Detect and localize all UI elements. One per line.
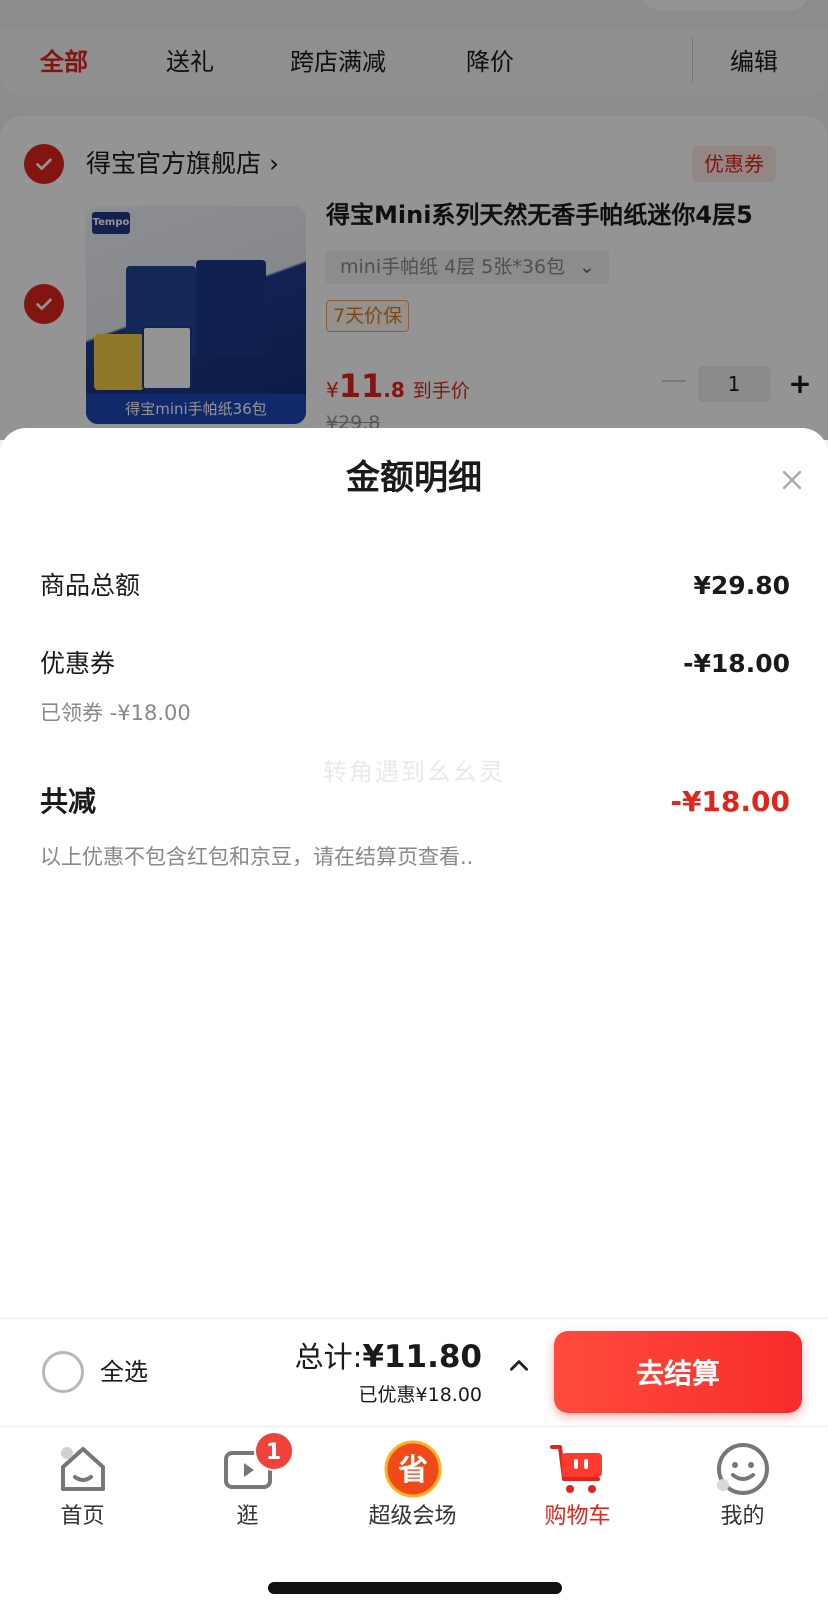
modal-backdrop[interactable] xyxy=(0,0,828,440)
tab-label-cart: 购物车 xyxy=(544,1504,611,1529)
tab-cart[interactable]: 购物车 xyxy=(495,1439,660,1539)
profile-smile-icon xyxy=(713,1439,773,1499)
goods-total-value: ¥29.80 xyxy=(693,571,790,600)
cart-page-background: 全部 送礼 跨店满减 降价 编辑 得宝官方旗舰店 › 优惠券 Tempo 得宝m… xyxy=(0,0,828,440)
coupon-claimed-detail: 已领券 -¥18.00 xyxy=(40,701,191,725)
tab-label-super-venue: 超级会场 xyxy=(368,1504,457,1529)
tab-profile[interactable]: 我的 xyxy=(660,1439,825,1539)
select-all-label[interactable]: 全选 xyxy=(100,1355,148,1389)
total-reduce-label: 共减 xyxy=(40,785,97,818)
discount-footnote: 以上优惠不包含红包和京豆，请在结算页查看.. xyxy=(40,845,474,869)
coupon-value: -¥18.00 xyxy=(683,649,790,678)
close-icon xyxy=(782,470,802,490)
cart-icon xyxy=(548,1439,608,1499)
amount-detail-sheet: 金额明细 商品总额 ¥29.80 优惠券 -¥18.00 已领券 -¥18.00… xyxy=(0,428,828,1318)
checkout-bar: 全选 总计:¥11.80 已优惠¥18.00 去结算 xyxy=(0,1318,828,1426)
home-indicator[interactable] xyxy=(268,1582,562,1594)
goods-total-label: 商品总额 xyxy=(40,571,141,600)
select-all-radio[interactable] xyxy=(42,1351,84,1393)
home-icon xyxy=(53,1439,113,1499)
sheet-title: 金额明细 xyxy=(346,458,482,498)
super-venue-icon-text: 省 xyxy=(398,1453,428,1488)
coupon-label: 优惠券 xyxy=(40,649,116,678)
saved-amount: 已优惠¥18.00 xyxy=(358,1384,482,1406)
tab-label-profile: 我的 xyxy=(720,1504,765,1529)
close-button[interactable] xyxy=(772,460,812,500)
tab-super-venue[interactable]: 省 超级会场 xyxy=(330,1439,495,1539)
chevron-up-icon[interactable] xyxy=(506,1353,532,1379)
total-amount: ¥11.80 xyxy=(362,1339,482,1375)
total-price: 总计:¥11.80 xyxy=(295,1337,482,1377)
checkout-button[interactable]: 去结算 xyxy=(554,1331,802,1413)
tab-home[interactable]: 首页 xyxy=(0,1439,165,1539)
watermark-text: 转角遇到幺幺灵 xyxy=(323,758,505,786)
total-prefix: 总计: xyxy=(294,1340,363,1374)
super-venue-icon: 省 xyxy=(383,1439,443,1499)
tab-label-browse: 逛 xyxy=(236,1504,259,1529)
notification-badge: 1 xyxy=(253,1431,294,1471)
video-play-icon: 1 xyxy=(218,1431,294,1499)
tab-label-home: 首页 xyxy=(60,1504,105,1529)
total-reduce-value: -¥18.00 xyxy=(670,785,790,818)
tab-browse[interactable]: 1 逛 xyxy=(165,1431,330,1539)
